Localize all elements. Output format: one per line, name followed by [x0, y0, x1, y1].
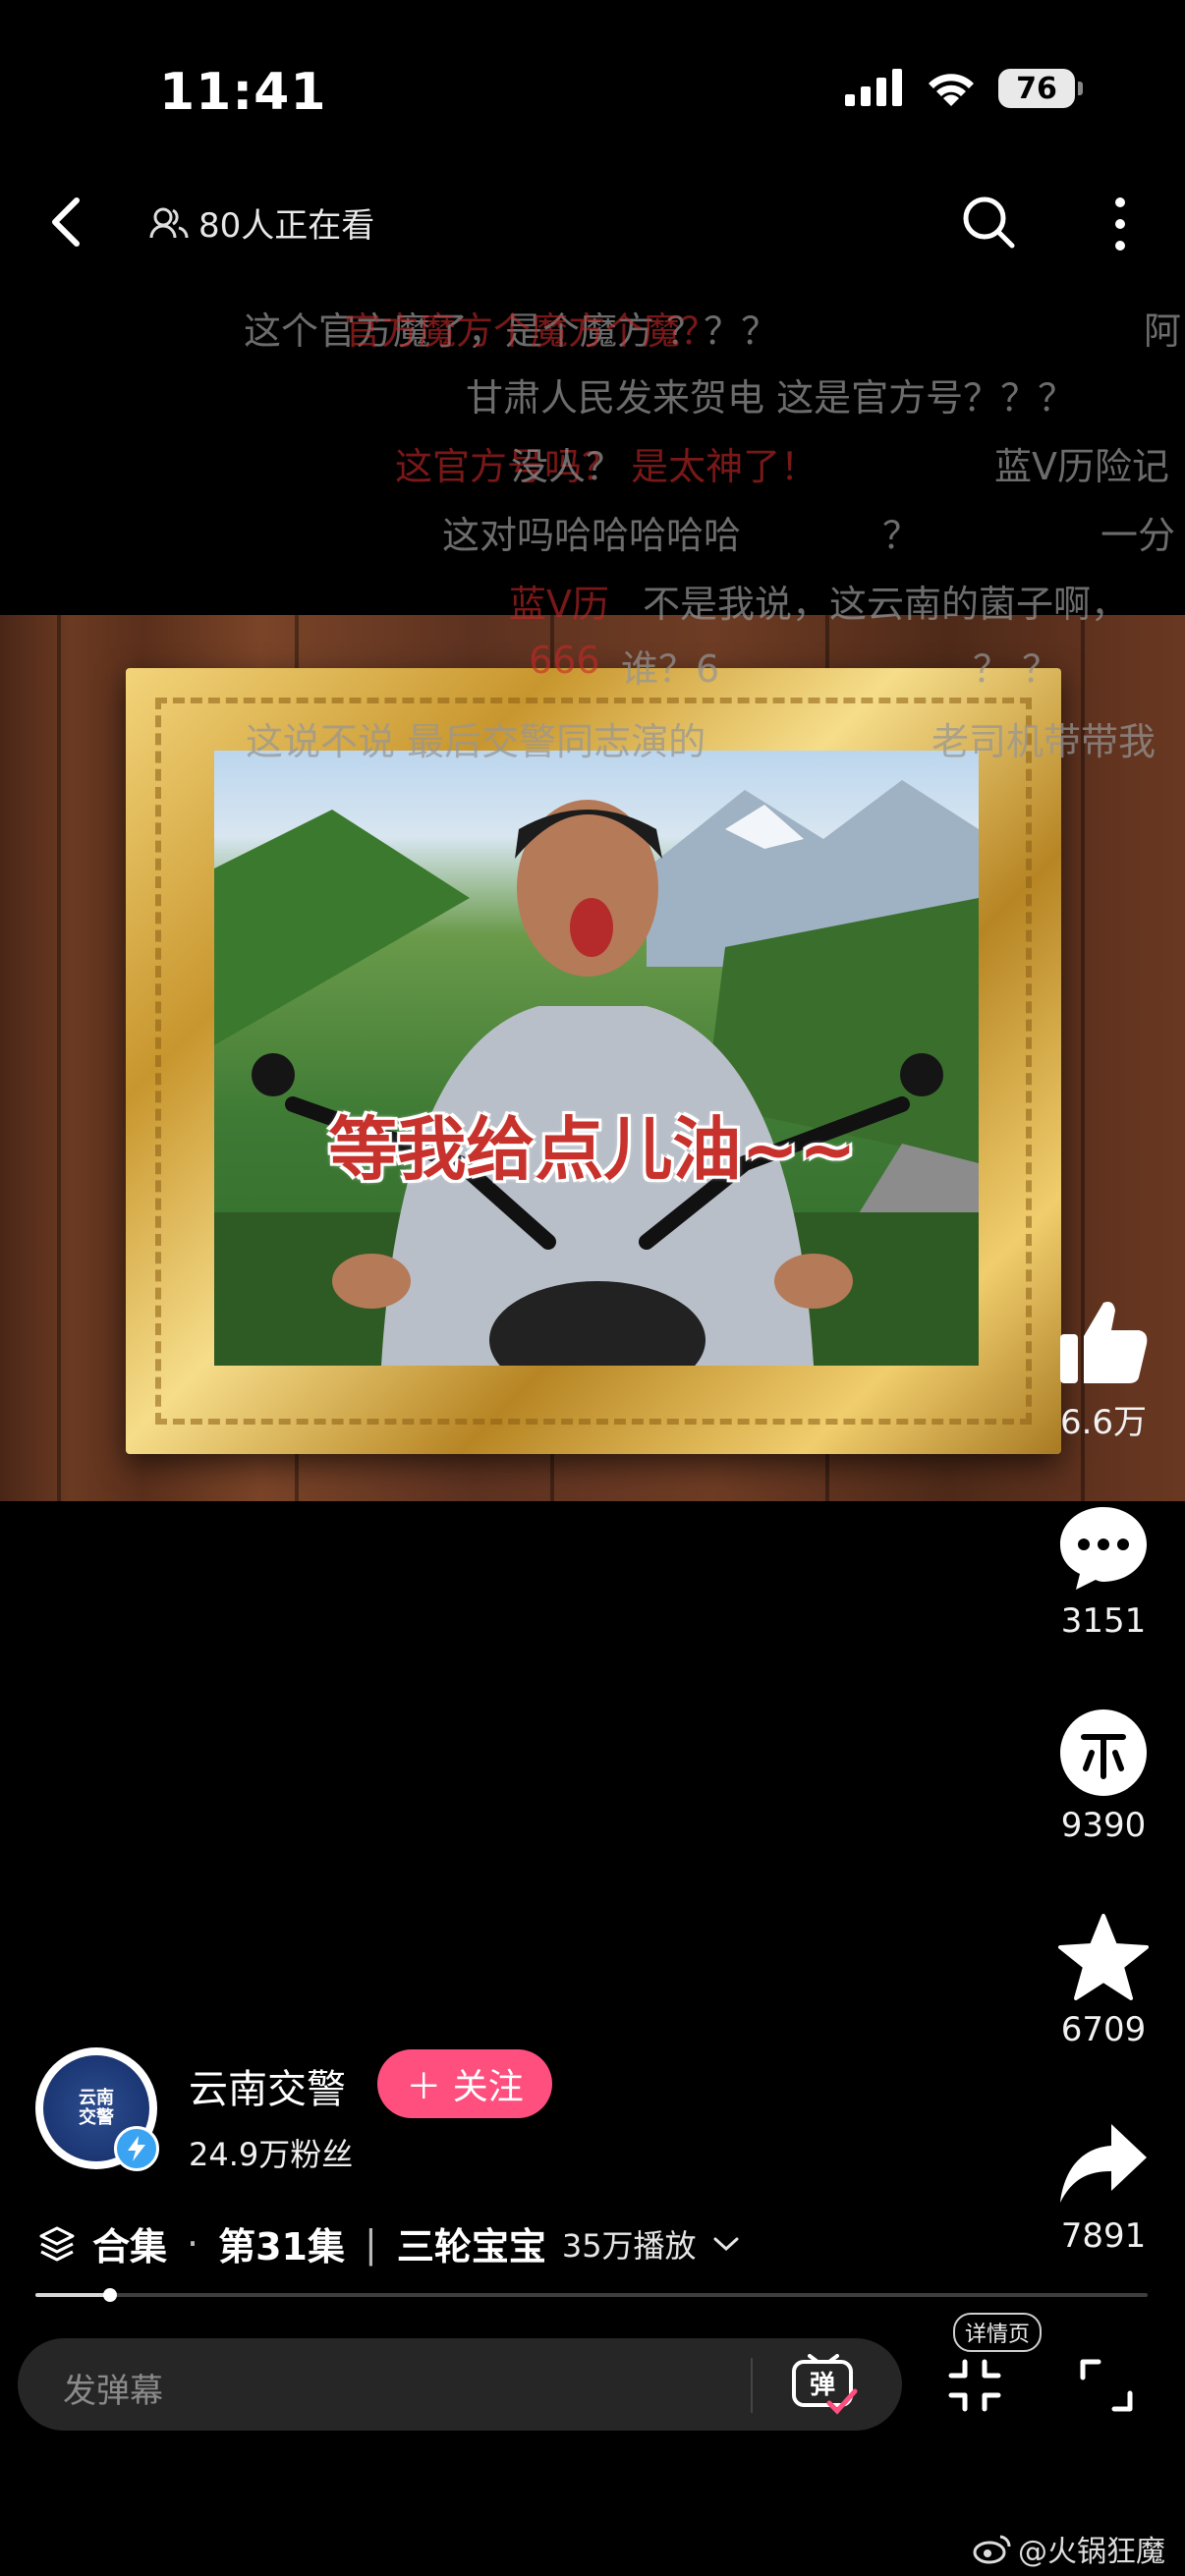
- collection-title: 三轮宝宝: [396, 2225, 546, 2268]
- like-button[interactable]: 6.6万: [1049, 1297, 1157, 1443]
- danmaku-item: ？: [882, 514, 921, 557]
- viewers-icon: [149, 207, 189, 238]
- danmaku-toggle-icon: 弹: [792, 2354, 858, 2415]
- collection-label: 合集: [92, 2225, 168, 2268]
- like-icon: [1060, 1302, 1148, 1383]
- danmaku-toggle-label: 弹: [810, 2371, 835, 2400]
- danmaku-item: 没人？: [511, 445, 624, 488]
- weibo-icon: [973, 2535, 1011, 2564]
- status-time: 11:41: [159, 63, 327, 122]
- progress-handle[interactable]: [102, 2288, 117, 2302]
- video-frame-image: [214, 751, 979, 1366]
- creator-name[interactable]: 云南交警: [189, 2057, 346, 2114]
- collection-plays: 35万播放: [561, 2226, 697, 2265]
- danmaku-item: 蓝V历险记: [994, 445, 1169, 488]
- collapse-icon[interactable]: [945, 2356, 1004, 2415]
- danmaku-item: 这对吗哈哈哈哈哈: [442, 514, 742, 557]
- danmaku-item: 甘肃人民发来贺电 这是官方号？？？: [466, 376, 1076, 420]
- danmaku-item: 阿: [1144, 309, 1182, 353]
- star-icon: [1058, 1914, 1149, 2000]
- fullscreen-icon[interactable]: [1077, 2356, 1136, 2415]
- share-button[interactable]: 7891: [1049, 2118, 1157, 2256]
- input-divider: [751, 2358, 753, 2413]
- danmaku-item: 不是我说，这云南的菌子啊，: [643, 583, 1129, 626]
- detail-page-badge[interactable]: 详情页: [953, 2313, 1043, 2352]
- favorite-count: 6709: [1060, 2010, 1147, 2049]
- share-count: 7891: [1060, 2216, 1147, 2256]
- chevron-down-icon: [713, 2237, 739, 2251]
- comment-button[interactable]: 3151: [1049, 1503, 1157, 1641]
- dot-separator: ·: [187, 2221, 199, 2266]
- collection-icon: [39, 2226, 75, 2261]
- wifi-icon: [929, 74, 974, 106]
- danmaku-item: 666: [529, 639, 600, 682]
- danmaku-toggle-button[interactable]: 弹: [790, 2354, 859, 2415]
- coin-button[interactable]: 9390: [1049, 1708, 1157, 1845]
- favorite-button[interactable]: 6709: [1049, 1912, 1157, 2049]
- danmaku-item: ？ ？: [973, 647, 1060, 691]
- share-icon: [1060, 2124, 1147, 2203]
- viewer-count-label: 80人正在看: [198, 206, 375, 246]
- danmaku-item: 老司机带带我: [931, 720, 1157, 763]
- weibo-watermark: @火锅狂魔: [973, 2527, 1165, 2570]
- danmaku-item: 一分: [1100, 514, 1176, 557]
- danmaku-item: 官方魔方个魔方个魔？: [344, 309, 718, 353]
- verified-badge: [114, 2126, 159, 2171]
- coin-count: 9390: [1060, 1806, 1147, 1845]
- watermark-text: @火锅狂魔: [1018, 2535, 1165, 2569]
- more-icon[interactable]: [1093, 193, 1148, 255]
- coin-icon: [1060, 1709, 1147, 1796]
- collection-bar[interactable]: 合集 · 第31集 | 三轮宝宝 35万播放: [37, 2216, 740, 2270]
- progress-fill: [35, 2293, 110, 2297]
- signal-icon: [845, 69, 902, 106]
- comment-icon: [1060, 1507, 1147, 1590]
- viewer-count: 80人正在看: [149, 198, 374, 247]
- search-icon[interactable]: [959, 193, 1018, 252]
- playback-progress[interactable]: [35, 2288, 1148, 2302]
- danmaku-item: 这说不说 最后交警同志演的: [246, 720, 706, 763]
- danmaku-item: 谁？6: [621, 647, 720, 691]
- status-indicators: 76: [845, 69, 1083, 108]
- danmaku-placeholder: 发弹幕: [63, 2372, 163, 2411]
- battery-indicator: 76: [998, 69, 1083, 108]
- like-count: 6.6万: [1059, 1403, 1148, 1442]
- bar-separator: |: [365, 2221, 377, 2266]
- video-caption: 等我给点儿油~~: [328, 1109, 857, 1190]
- danmaku-item: 蓝V历: [509, 583, 609, 626]
- comment-count: 3151: [1060, 1601, 1147, 1641]
- back-icon[interactable]: [43, 193, 92, 252]
- follow-button[interactable]: ＋ 关注: [377, 2049, 552, 2118]
- collection-episode: 第31集: [218, 2225, 345, 2268]
- fan-count: 24.9万粉丝: [189, 2136, 354, 2173]
- lightning-icon: [128, 2136, 145, 2161]
